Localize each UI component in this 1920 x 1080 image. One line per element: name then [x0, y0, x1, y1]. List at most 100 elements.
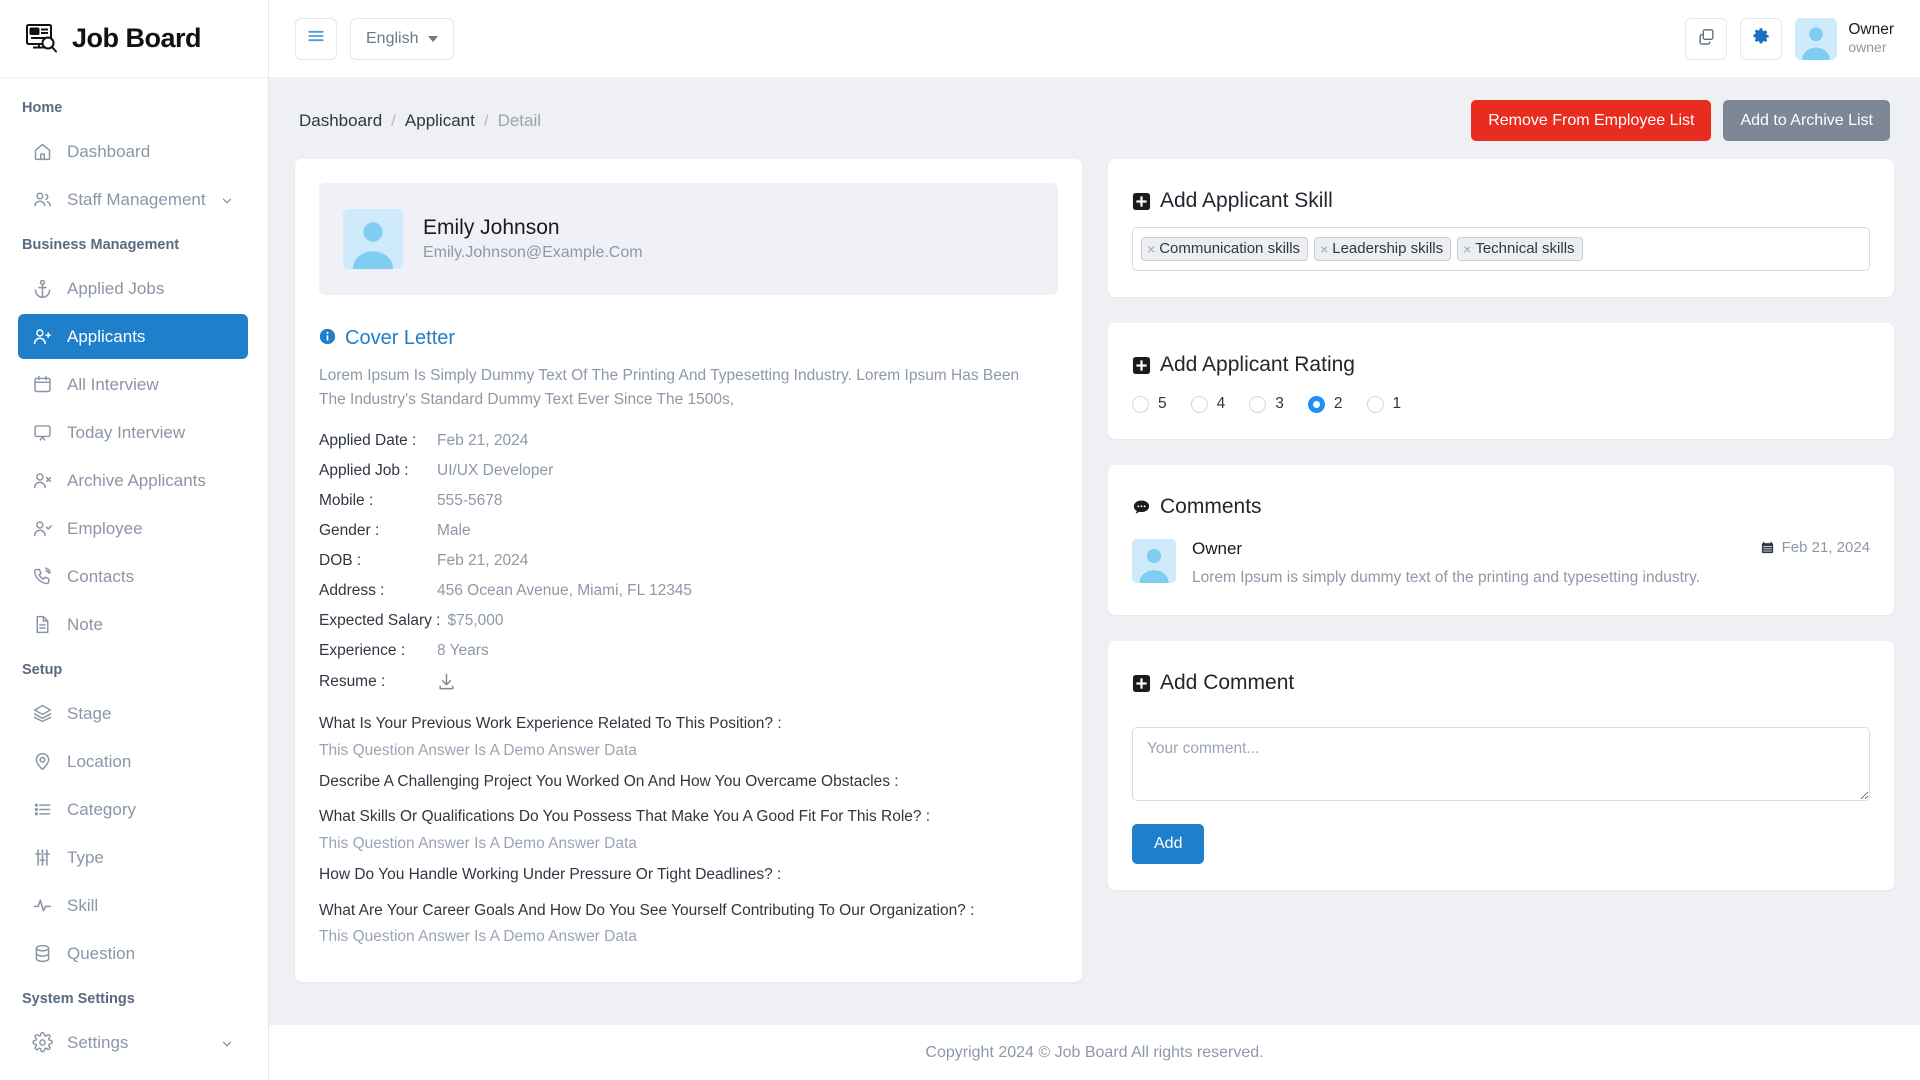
sidebar-item-employee[interactable]: Employee	[18, 506, 248, 551]
settings-button[interactable]	[1740, 17, 1783, 60]
skill-tag[interactable]: × Communication skills	[1141, 237, 1309, 261]
rating-option-3[interactable]: 3	[1249, 395, 1284, 413]
sidebar-item-staff-management[interactable]: Staff Management	[18, 177, 248, 222]
question-text: What Are Your Career Goals And How Do Yo…	[319, 901, 975, 919]
rating-option-2[interactable]: 2	[1307, 395, 1343, 413]
skill-tag[interactable]: × Leadership skills	[1314, 237, 1452, 261]
field-label: Expected Salary :	[319, 612, 441, 630]
field-mobile: Mobile : 555-5678	[319, 492, 1058, 510]
user-menu[interactable]: Owner owner	[1795, 17, 1894, 60]
comments-title: Comments	[1160, 495, 1262, 518]
radio-icon[interactable]	[1249, 395, 1267, 413]
sidebar-item-label: Applied Jobs	[67, 278, 165, 298]
sidebar-item-applicants[interactable]: Applicants	[18, 314, 248, 359]
field-value: 555-5678	[437, 492, 503, 510]
rating-option-4[interactable]: 4	[1190, 395, 1225, 413]
question-text: How Do You Handle Working Under Pressure…	[319, 866, 782, 884]
chevron-down-icon	[428, 35, 439, 42]
comment-input[interactable]	[1132, 727, 1870, 802]
radio-icon[interactable]	[1132, 395, 1149, 413]
field-resume: Resume :	[319, 672, 1058, 691]
applicant-email: Emily.Johnson@Example.Com	[423, 244, 643, 262]
sidebar-item-applied-jobs[interactable]: Applied Jobs	[18, 266, 248, 311]
sidebar-item-archive-applicants[interactable]: Archive Applicants	[18, 458, 248, 503]
sidebar-item-note[interactable]: Note	[18, 602, 248, 647]
download-icon[interactable]	[437, 672, 456, 691]
user-role: owner	[1848, 39, 1887, 56]
sidebar-item-stage[interactable]: Stage	[18, 691, 248, 736]
remove-tag-icon[interactable]: ×	[1463, 241, 1471, 257]
sidebar-item-settings[interactable]: Settings	[18, 1020, 248, 1065]
field-value: 456 Ocean Avenue, Miami, FL 12345	[437, 582, 693, 600]
field-expected-salary: Expected Salary : $75,000	[319, 612, 1058, 630]
sidebar-item-label: Stage	[67, 703, 112, 723]
sidebar-nav: Home Dashboard Staff Management Business…	[0, 78, 268, 1080]
skill-tag-label: Leadership skills	[1332, 240, 1444, 257]
field-value: $75,000	[447, 612, 504, 630]
radio-icon[interactable]	[1366, 395, 1384, 413]
field-applied-job: Applied Job : UI/UX Developer	[319, 462, 1058, 480]
radio-icon[interactable]	[1190, 395, 1208, 413]
sidebar-section-business-management: Business Management	[22, 237, 180, 253]
add-applicant-skill-title: Add Applicant Skill	[1160, 189, 1333, 212]
sidebar-item-label: Type	[67, 847, 104, 867]
applicant-name: Emily Johnson	[423, 216, 560, 240]
add-comment-button[interactable]: Add	[1132, 824, 1205, 865]
chevron-down-icon	[220, 1036, 234, 1050]
add-to-archive-list-button[interactable]: Add to Archive List	[1723, 100, 1890, 141]
rating-option-5[interactable]: 5	[1132, 395, 1167, 413]
sidebar-item-label: Archive Applicants	[67, 470, 206, 490]
sidebar-item-label: Employee	[67, 518, 143, 538]
breadcrumb-item-detail: Detail	[497, 110, 542, 130]
gear-icon	[32, 1031, 53, 1053]
rating-option-label: 2	[1333, 395, 1343, 412]
sidebar-item-all-interview[interactable]: All Interview	[18, 362, 248, 407]
breadcrumb-item-dashboard[interactable]: Dashboard	[299, 111, 382, 131]
sidebar-item-label: Contacts	[67, 566, 135, 586]
answer-text: This Question Answer Is A Demo Answer Da…	[319, 834, 637, 852]
skill-tag[interactable]: × Technical skills	[1457, 237, 1583, 261]
sidebar-item-location[interactable]: Location	[18, 739, 248, 784]
field-label: Gender :	[319, 522, 380, 540]
list-icon	[32, 799, 53, 820]
rating-option-label: 5	[1158, 395, 1167, 412]
sidebar-item-label: Category	[67, 799, 136, 819]
sidebar-item-question[interactable]: Question	[18, 931, 248, 976]
applicant-detail-column: Emily Johnson Emily.Johnson@Example.Com …	[295, 159, 1082, 982]
sidebar-item-today-interview[interactable]: Today Interview	[18, 410, 248, 455]
comment-author: Owner	[1192, 539, 1243, 558]
remove-tag-icon[interactable]: ×	[1147, 241, 1155, 257]
breadcrumb-item-applicant[interactable]: Applicant	[405, 111, 475, 131]
sidebar-item-category[interactable]: Category	[18, 787, 248, 832]
rating-option-1[interactable]: 1	[1366, 395, 1402, 413]
rating-option-label: 1	[1392, 395, 1402, 412]
brand-logo[interactable]: Job Board	[0, 0, 268, 78]
user-x-icon	[32, 470, 53, 491]
radio-icon-selected[interactable]	[1307, 395, 1325, 413]
home-icon	[32, 141, 53, 162]
comment-icon	[1132, 498, 1151, 517]
comments-card: Comments Owner Feb 21, 2024 Lorem Ipsum …	[1108, 465, 1894, 616]
applicant-side-column: Add Applicant Skill × Communication skil…	[1108, 159, 1894, 916]
question-text: What Skills Or Qualifications Do You Pos…	[319, 808, 931, 826]
sidebar-toggle-button[interactable]	[295, 17, 337, 60]
sidebar-item-label: Applicants	[67, 326, 146, 346]
skill-tags-input[interactable]: × Communication skills × Leadership skil…	[1132, 227, 1870, 271]
remove-tag-icon[interactable]: ×	[1320, 241, 1328, 257]
sidebar-item-label: Today Interview	[67, 422, 186, 442]
user-name: Owner	[1848, 21, 1894, 39]
breadcrumb-separator: /	[483, 110, 489, 130]
sidebar-item-type[interactable]: Type	[18, 835, 248, 880]
copy-button[interactable]	[1685, 17, 1728, 60]
cover-letter-title: Cover Letter	[345, 327, 456, 349]
field-gender: Gender : Male	[319, 522, 1058, 540]
sidebar-item-dashboard[interactable]: Dashboard	[18, 129, 248, 174]
sidebar-item-skill[interactable]: Skill	[18, 883, 248, 928]
skill-tag-label: Communication skills	[1159, 240, 1301, 257]
language-select[interactable]: English	[350, 17, 455, 60]
remove-from-employee-list-button[interactable]: Remove From Employee List	[1471, 100, 1712, 141]
language-select-value: English	[366, 29, 419, 47]
comment-date: Feb 21, 2024	[1760, 539, 1870, 556]
user-avatar-icon	[1795, 17, 1838, 60]
sidebar-item-contacts[interactable]: Contacts	[18, 554, 248, 599]
